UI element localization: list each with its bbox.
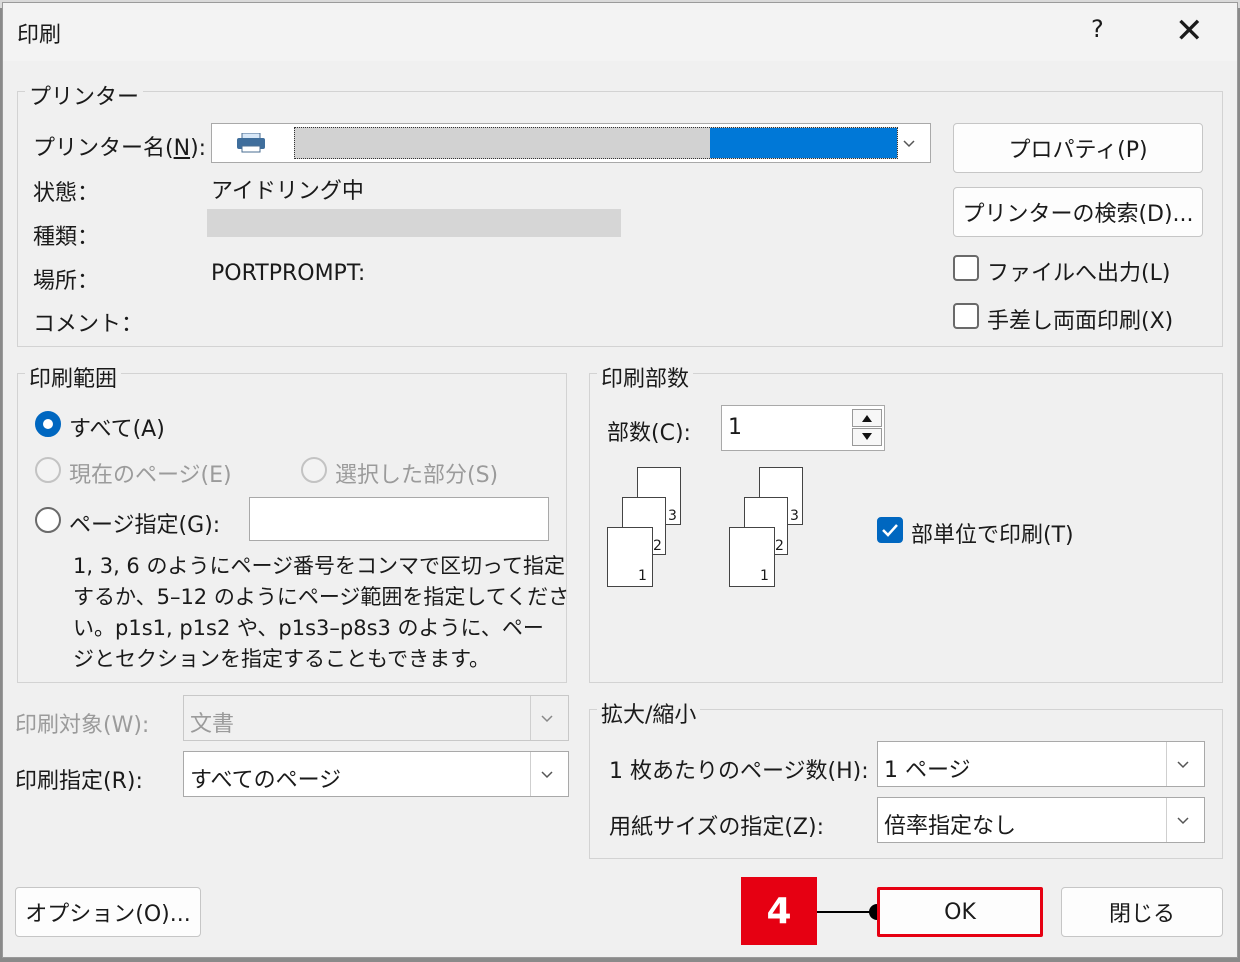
printer-name-combo[interactable]	[211, 123, 931, 163]
type-value-redacted	[207, 209, 621, 237]
spin-up-icon[interactable]	[852, 409, 882, 427]
location-label: 場所：	[33, 269, 100, 294]
range-current-label[interactable]: 現在のページ(E)	[69, 457, 232, 489]
combo-divider	[1166, 742, 1167, 786]
print-what-value: 文書	[190, 712, 235, 737]
zoom-title: 拡大/縮小	[597, 697, 701, 729]
ok-button[interactable]: OK	[877, 887, 1043, 937]
pages-input[interactable]	[249, 497, 549, 541]
dialog-title: 印刷	[17, 23, 62, 48]
range-selection-label[interactable]: 選択した部分(S)	[335, 457, 498, 489]
comment-label: コメント：	[33, 312, 144, 337]
status-value: アイドリング中	[211, 179, 364, 204]
scale-value: 倍率指定なし	[884, 814, 1017, 839]
chevron-down-icon[interactable]	[1176, 813, 1190, 832]
range-help-line-2: するか、5–12 のようにページ範囲を指定してくださ	[73, 585, 570, 609]
checkmark-icon	[882, 524, 898, 537]
range-selection-radio[interactable]	[301, 457, 327, 483]
print-spec-combo[interactable]: すべてのページ	[183, 751, 569, 797]
collate-checkbox[interactable]	[877, 517, 903, 543]
manual-duplex-label[interactable]: 手差し両面印刷(X)	[987, 303, 1173, 335]
pages-per-sheet-value: 1 ページ	[884, 758, 971, 783]
range-all-label[interactable]: すべて(A)	[69, 411, 165, 443]
chevron-down-icon[interactable]	[1176, 757, 1190, 776]
range-all-radio[interactable]	[35, 411, 61, 437]
range-help-line-1: 1, 3, 6 のようにページ番号をコンマで区切って指定	[73, 554, 565, 578]
print-spec-value: すべてのページ	[190, 768, 342, 793]
range-help-line-4: ジとセクションを指定することもできます。	[73, 647, 491, 671]
help-button[interactable]: ?	[1091, 15, 1104, 43]
step-badge: 4	[741, 877, 817, 945]
print-dialog: 印刷 ? ✕ プリンター プリンター名(N): プロパティ(P) プリンターの検…	[2, 2, 1238, 958]
printer-name-label: プリンター名(N):	[33, 136, 207, 161]
close-button[interactable]: ✕	[1175, 11, 1204, 51]
find-printer-button[interactable]: プリンターの検索(D)...	[953, 187, 1203, 237]
print-to-file-checkbox[interactable]	[953, 255, 979, 281]
range-pages-label[interactable]: ページ指定(G):	[69, 507, 220, 539]
collate-illustration-2: 3 2 1	[729, 467, 809, 592]
range-current-radio[interactable]	[35, 457, 61, 483]
properties-button[interactable]: プロパティ(P)	[953, 123, 1203, 173]
close-dialog-button[interactable]: 閉じる	[1061, 887, 1223, 937]
combo-divider	[1166, 798, 1167, 842]
manual-duplex-checkbox[interactable]	[953, 303, 979, 329]
page-sheet: 1	[729, 527, 775, 587]
location-value: PORTPROMPT:	[211, 261, 366, 286]
scale-label: 用紙サイズの指定(Z):	[609, 815, 824, 840]
printer-group-title: プリンター	[25, 79, 144, 111]
combo-divider	[530, 696, 531, 740]
collate-label[interactable]: 部単位で印刷(T)	[911, 517, 1074, 549]
pages-per-sheet-label: 1 枚あたりのページ数(H):	[609, 759, 869, 784]
collate-illustration-1: 3 2 1	[607, 467, 687, 592]
printer-name-selected	[294, 127, 898, 159]
copies-spinner[interactable]: 1	[721, 405, 885, 451]
print-to-file-label[interactable]: ファイルへ出力(L)	[987, 255, 1170, 287]
copies-value: 1	[728, 415, 742, 440]
scale-combo[interactable]: 倍率指定なし	[877, 797, 1205, 843]
print-spec-label: 印刷指定(R):	[15, 769, 143, 794]
callout-line	[817, 911, 875, 913]
spin-down-icon[interactable]	[852, 428, 882, 446]
copies-title: 印刷部数	[597, 361, 694, 393]
status-label: 状態：	[33, 181, 100, 206]
printer-icon	[236, 132, 266, 153]
range-pages-radio[interactable]	[35, 507, 61, 533]
chevron-down-icon[interactable]	[540, 711, 554, 730]
chevron-down-icon[interactable]	[540, 767, 554, 786]
print-what-combo[interactable]: 文書	[183, 695, 569, 741]
options-button[interactable]: オプション(O)...	[15, 887, 201, 937]
pages-per-sheet-combo[interactable]: 1 ページ	[877, 741, 1205, 787]
print-range-title: 印刷範囲	[25, 361, 122, 393]
selection-highlight	[710, 128, 897, 158]
title-bar: 印刷 ? ✕	[3, 3, 1237, 61]
copies-count-label: 部数(C):	[607, 421, 691, 446]
type-label: 種類：	[33, 225, 100, 250]
page-sheet: 1	[607, 527, 653, 587]
combo-divider	[530, 752, 531, 796]
range-help-line-3: い。p1s1, p1s2 や、p1s3–p8s3 のように、ペー	[73, 616, 544, 640]
print-what-label: 印刷対象(W):	[15, 713, 150, 738]
chevron-down-icon[interactable]	[902, 136, 916, 155]
